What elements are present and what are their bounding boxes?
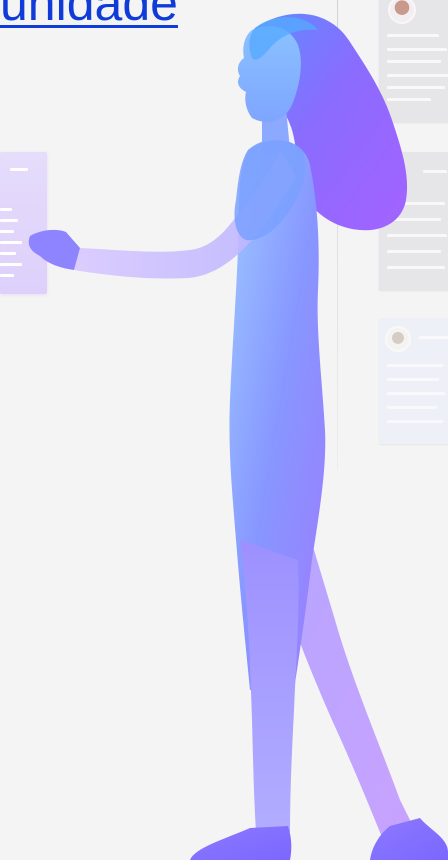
hand-icon [28,229,80,270]
front-leg-shape [240,540,299,832]
page: unidade [0,0,448,860]
woman-illustration [28,13,448,860]
shoe-icon [190,826,292,860]
